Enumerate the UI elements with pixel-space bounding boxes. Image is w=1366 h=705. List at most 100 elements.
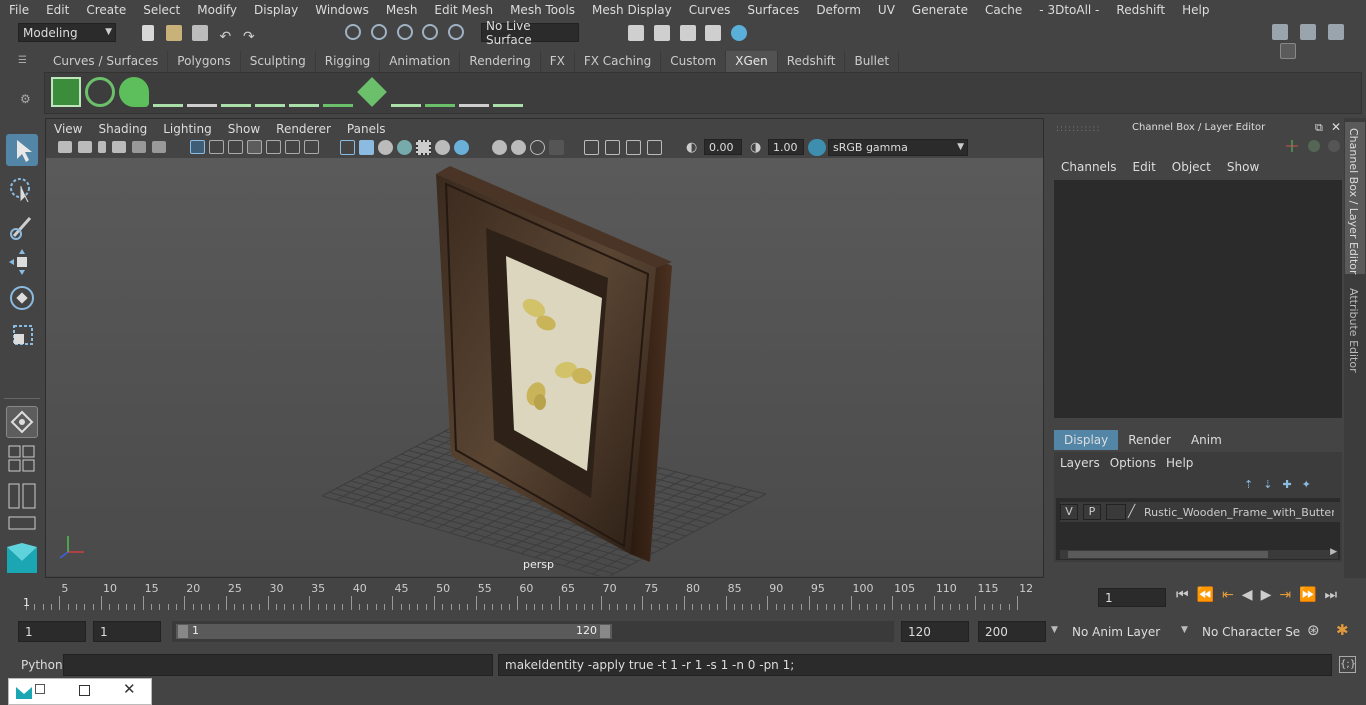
go-to-start-icon[interactable]: ⏮: [1176, 587, 1189, 603]
float-icon[interactable]: ⧉: [1315, 121, 1323, 135]
scroll-right-icon[interactable]: ▶: [1330, 547, 1337, 557]
menu-surfaces[interactable]: Surfaces: [738, 3, 807, 17]
new-layer-selected-icon[interactable]: ✦: [1302, 478, 1311, 491]
range-slider[interactable]: 1 120: [172, 621, 894, 642]
shelf-tab-animation[interactable]: Animation: [380, 51, 461, 72]
snap-point-icon[interactable]: [396, 24, 413, 40]
anim-layer-dropdown[interactable]: No Anim Layer: [1066, 621, 1174, 642]
auto-key-icon[interactable]: ⊛: [1307, 621, 1320, 639]
chevron-down-icon[interactable]: ▼: [1051, 625, 1058, 635]
menu-curves[interactable]: Curves: [680, 3, 739, 17]
frame-all-icon[interactable]: [647, 140, 662, 155]
menu-uv[interactable]: UV: [869, 3, 903, 17]
panel-menu-shading[interactable]: Shading: [90, 122, 155, 136]
current-frame-field[interactable]: 1: [1098, 588, 1166, 607]
maximize-icon[interactable]: [79, 685, 90, 696]
save-scene-icon[interactable]: [191, 25, 208, 41]
select-camera-icon[interactable]: [58, 141, 72, 153]
minimized-window[interactable]: ✕: [8, 678, 152, 705]
menu-redshift[interactable]: Redshift: [1107, 3, 1173, 17]
shelf-tab-polygons[interactable]: Polygons: [168, 51, 241, 72]
menu-mesh[interactable]: Mesh: [377, 3, 426, 17]
field-chart-icon[interactable]: [266, 140, 281, 154]
menu-cache[interactable]: Cache: [976, 3, 1030, 17]
channel-list[interactable]: [1054, 180, 1342, 418]
menu-help[interactable]: Help: [1173, 3, 1217, 17]
start-time-field[interactable]: 1: [18, 621, 86, 642]
wireframe-icon[interactable]: [340, 140, 355, 155]
grease-pencil-icon[interactable]: [152, 141, 166, 153]
new-layer-icon[interactable]: ✚: [1282, 478, 1291, 491]
menu-deform[interactable]: Deform: [807, 3, 869, 17]
menu-windows[interactable]: Windows: [306, 3, 377, 17]
end-time-field[interactable]: 200: [978, 621, 1046, 642]
resolution-gate-icon[interactable]: [228, 140, 243, 154]
xray-active-icon[interactable]: [626, 140, 641, 155]
scale-tool-icon[interactable]: [6, 318, 38, 350]
xgen-lock-icon[interactable]: [289, 77, 319, 107]
play-forwards-icon[interactable]: ▶: [1261, 587, 1272, 603]
isolate-select-icon[interactable]: [549, 140, 564, 155]
axis-small-icon[interactable]: [1286, 140, 1298, 152]
layer-name[interactable]: Rustic_Wooden_Frame_with_Butterfl: [1144, 506, 1334, 519]
shelf-tab-redshift[interactable]: Redshift: [777, 51, 846, 72]
xgen-grass-icon[interactable]: [323, 77, 353, 107]
move-layer-up-icon[interactable]: ⇡: [1244, 478, 1253, 491]
layer-menu-help[interactable]: Help: [1166, 456, 1203, 470]
panel-grip-icon[interactable]: :::::::::::: [1056, 124, 1100, 134]
character-set-dropdown[interactable]: No Character Set: [1196, 621, 1300, 642]
snap-grid-icon[interactable]: [345, 24, 361, 40]
xray-icon[interactable]: [584, 140, 599, 155]
camera-attributes-icon[interactable]: [78, 141, 92, 153]
xgen-delete-icon[interactable]: [493, 77, 523, 107]
move-layer-down-icon[interactable]: ⇣: [1263, 478, 1272, 491]
safe-action-icon[interactable]: [285, 140, 300, 154]
shelf-tab-custom[interactable]: Custom: [661, 51, 727, 72]
preferences-icon[interactable]: ✱: [1336, 621, 1349, 639]
menu-generate[interactable]: Generate: [903, 3, 976, 17]
tab-channel-box[interactable]: Channel Box / Layer Editor: [1345, 122, 1365, 275]
render-frame-icon[interactable]: [653, 25, 670, 41]
panel-menu-lighting[interactable]: Lighting: [155, 122, 220, 136]
layer-visibility-toggle[interactable]: V: [1060, 504, 1078, 520]
gamma-field[interactable]: 1.00: [768, 139, 804, 155]
range-start-field[interactable]: 1: [93, 621, 161, 642]
step-back-key-icon[interactable]: ⏪: [1197, 587, 1214, 603]
shelf-settings-icon[interactable]: ⚙: [20, 92, 31, 106]
sync-icon[interactable]: [1308, 140, 1320, 152]
go-to-end-icon[interactable]: ⏭: [1325, 587, 1338, 603]
step-forward-frame-icon[interactable]: ⇥: [1279, 587, 1291, 603]
layout-outliner-icon[interactable]: [8, 516, 36, 530]
menu-modify[interactable]: Modify: [188, 3, 245, 17]
shadows-icon[interactable]: [435, 140, 450, 155]
shelf-menu-icon[interactable]: ☰: [18, 55, 27, 66]
xgen-density-icon[interactable]: [357, 77, 387, 107]
xgen-preview-icon[interactable]: [85, 77, 115, 107]
xgen-select-guide-icon[interactable]: [187, 77, 217, 107]
open-scene-icon[interactable]: [165, 25, 182, 41]
shelf-tab-bullet[interactable]: Bullet: [845, 51, 900, 72]
redo-icon[interactable]: ↷: [243, 29, 255, 45]
grid-toggle-icon[interactable]: [190, 140, 205, 154]
range-handle-left[interactable]: [178, 625, 188, 638]
xgen-rebuild-icon[interactable]: [391, 77, 421, 107]
xgen-sculpt-icon[interactable]: [255, 77, 285, 107]
time-slider[interactable]: 5 10 15 20 25 30 35 40 45 50 55 60 65 70 75 80 85 90 95 100…: [0, 580, 1366, 614]
depth-of-field-icon[interactable]: [530, 140, 545, 155]
channel-box-toggle-icon[interactable]: [1299, 24, 1316, 40]
menu-mesh-display[interactable]: Mesh Display: [583, 3, 680, 17]
layout-quad-icon[interactable]: [8, 445, 36, 473]
xgen-editor-icon[interactable]: [51, 77, 81, 107]
safe-title-icon[interactable]: [304, 140, 319, 154]
scrollbar-thumb[interactable]: [1068, 551, 1268, 558]
image-plane-icon[interactable]: [112, 141, 126, 153]
shelf-tab-xgen[interactable]: XGen: [726, 51, 778, 72]
workspace-icon[interactable]: [1272, 24, 1288, 40]
panel-menu-panels[interactable]: Panels: [339, 122, 394, 136]
shelf-tab-rendering[interactable]: Rendering: [460, 51, 541, 72]
film-gate-icon[interactable]: [209, 140, 224, 154]
color-management-icon[interactable]: [808, 139, 826, 156]
xgen-insert-cv-icon[interactable]: [221, 77, 251, 107]
xgen-add-guide-icon[interactable]: [153, 77, 183, 107]
mode-dropdown[interactable]: Modeling ▼: [18, 23, 116, 42]
